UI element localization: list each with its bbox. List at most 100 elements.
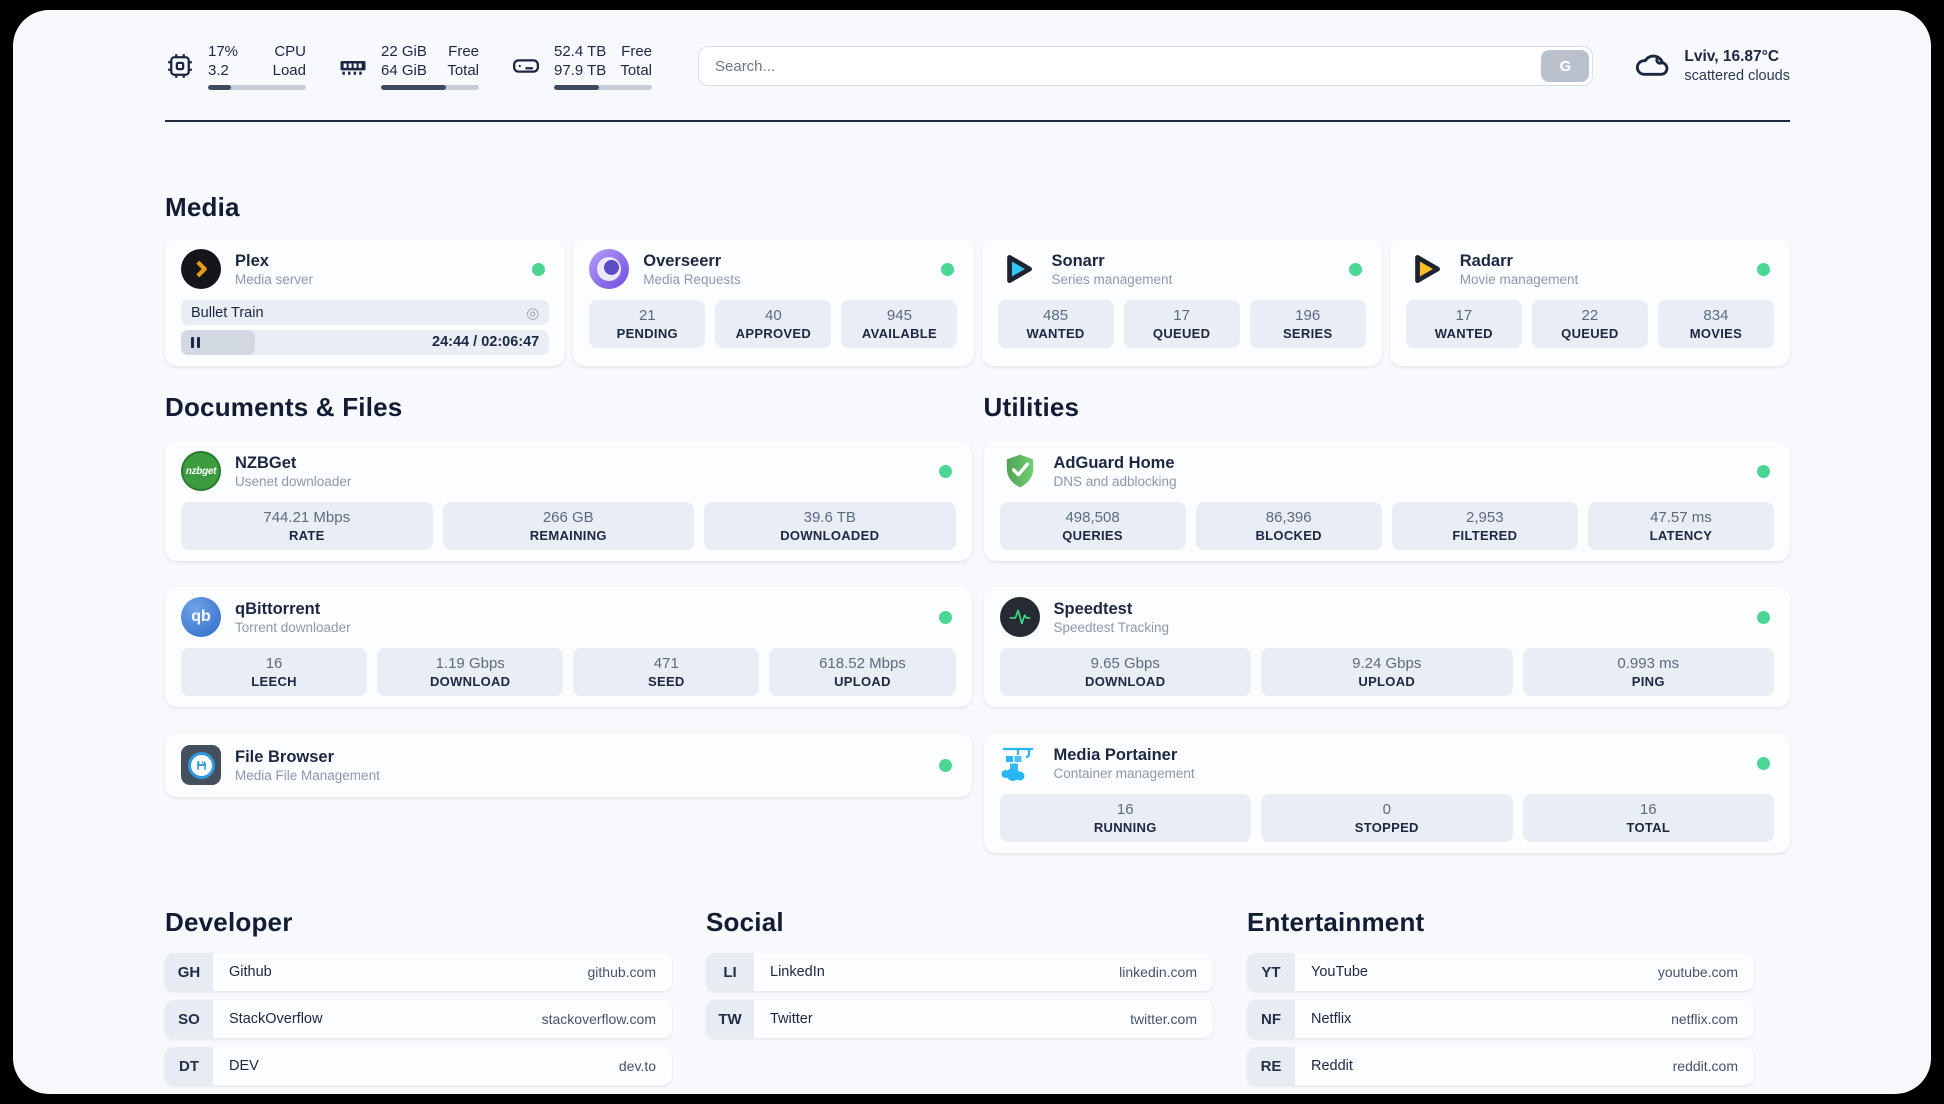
stat-value: 39.6 TB [803, 509, 856, 526]
stat-box-seed: 471 SEED [573, 648, 760, 696]
bookmark-twitter[interactable]: TW Twitter twitter.com [706, 1000, 1213, 1038]
app-description: Container management [1053, 766, 1195, 782]
stat-label: RUNNING [1093, 820, 1157, 835]
stat-value: 744.21 Mbps [263, 509, 351, 526]
disk-total-value: 97.9 TB [554, 62, 607, 79]
stat-label: TOTAL [1626, 820, 1671, 835]
app-stats: 485 WANTED 17 QUEUED 196 SERIES [997, 300, 1366, 348]
bookmark-dev[interactable]: DT DEV dev.to [165, 1047, 672, 1085]
bookmark-github[interactable]: GH Github github.com [165, 953, 672, 991]
stat-value: 0 [1382, 801, 1391, 818]
bookmark-youtube[interactable]: YT YouTube youtube.com [1247, 953, 1754, 991]
cpu-percent: 17% [208, 43, 239, 60]
weather-widget[interactable]: Lviv, 16.87°C scattered clouds [1633, 45, 1790, 88]
app-stats: 498,508 QUERIES 86,396 BLOCKED 2,953 FILTERED… [999, 502, 1774, 550]
playback-time: 24:44 / 02:06:47 [432, 334, 540, 350]
app-description: Speedtest Tracking [1053, 620, 1170, 636]
stat-label: RATE [288, 528, 325, 543]
app-description: Media Requests [643, 272, 741, 288]
app-card-plex[interactable]: Plex Media server Bullet Train ◎ 24:44 /… [165, 239, 566, 366]
bookmark-stackoverflow[interactable]: SO StackOverflow stackoverflow.com [165, 1000, 672, 1038]
memory-free-value: 22 GiB [381, 43, 427, 60]
bookmark-name: Twitter [770, 1011, 813, 1027]
app-description: Media File Management [235, 768, 380, 784]
disk-icon [511, 51, 541, 81]
stat-value: 9.24 Gbps [1352, 655, 1422, 672]
app-stats: 9.65 Gbps DOWNLOAD 9.24 Gbps UPLOAD 0.993 ms… [999, 648, 1774, 696]
app-card-filebrowser[interactable]: File Browser Media File Management [165, 733, 972, 797]
stat-box-pending: 21 PENDING [589, 300, 706, 348]
app-card-qbittorrent[interactable]: qb qBittorrent Torrent downloader 16 LEEC… [165, 587, 972, 707]
memory-label-1: Free [448, 43, 479, 60]
app-description: Series management [1051, 272, 1173, 288]
stat-box-download: 9.65 Gbps DOWNLOAD [999, 648, 1251, 696]
stat-box-latency: 47.57 ms LATENCY [1587, 502, 1774, 550]
bookmark-url: stackoverflow.com [541, 1011, 656, 1027]
cloud-icon [1633, 45, 1671, 88]
stat-box-rate: 744.21 Mbps RATE [181, 502, 433, 550]
stat-value: 16 [1639, 801, 1657, 818]
stat-value: 1.19 Gbps [435, 655, 505, 672]
app-card-adguard[interactable]: AdGuard Home DNS and adblocking 498,508 Q… [983, 441, 1790, 561]
stat-value: 0.993 ms [1617, 655, 1680, 672]
search-engine-button[interactable]: G [1541, 50, 1590, 82]
app-name: File Browser [235, 747, 335, 766]
app-card-speedtest[interactable]: Speedtest Speedtest Tracking 9.65 Gbps DO… [983, 587, 1790, 707]
section-heading-documents: Documents & Files [165, 392, 403, 422]
stat-box-upload: 9.24 Gbps UPLOAD [1261, 648, 1513, 696]
memory-total-value: 64 GiB [381, 62, 427, 79]
stat-value: 266 GB [542, 509, 594, 526]
app-card-nzbget[interactable]: nzbget NZBGet Usenet downloader 744.21 M… [165, 441, 972, 561]
stat-value: 945 [886, 307, 912, 324]
bookmark-url: youtube.com [1657, 964, 1738, 980]
app-card-portainer[interactable]: Media Portainer Container management 16 R… [983, 733, 1790, 853]
bookmark-name: DEV [229, 1058, 259, 1074]
stat-box-wanted: 17 WANTED [1405, 300, 1522, 348]
stat-label: REMAINING [529, 528, 607, 543]
status-online-dot [1757, 262, 1770, 276]
section-heading-social: Social [706, 907, 784, 937]
now-playing-row: Bullet Train ◎ [181, 300, 550, 325]
pause-icon [191, 337, 200, 348]
app-description: Media server [235, 272, 314, 288]
stat-box-filtered: 2,953 FILTERED [1391, 502, 1578, 550]
search-input[interactable] [698, 46, 1594, 86]
bookmark-reddit[interactable]: RE Reddit reddit.com [1247, 1047, 1754, 1085]
app-stats: 17 WANTED 22 QUEUED 834 MOVIES [1405, 300, 1774, 348]
app-card-radarr[interactable]: Radarr Movie management 17 WANTED 22 QUEUED… [1389, 239, 1790, 366]
stat-value: 86,396 [1265, 509, 1312, 526]
stat-value: 16 [265, 655, 283, 672]
header-divider [165, 120, 1790, 122]
app-name: Speedtest [1053, 599, 1133, 618]
stat-label: LEECH [251, 674, 297, 689]
status-online-dot [940, 262, 954, 276]
stat-label: FILTERED [1452, 528, 1518, 543]
stat-value: 485 [1043, 307, 1069, 324]
app-description: Torrent downloader [235, 620, 351, 636]
stat-value: 22 [1581, 307, 1599, 324]
bookmark-url: netflix.com [1671, 1011, 1738, 1027]
app-card-overseerr[interactable]: Overseerr Media Requests 21 PENDING 40 APPR… [573, 239, 974, 366]
dashboard-page: 17% 3.2 CPU Load 22 GiB 64 GiB Free Tota… [13, 10, 1931, 1094]
stat-label: WANTED [1026, 326, 1085, 341]
status-online-dot [1348, 262, 1362, 276]
memory-label-2: Total [447, 62, 479, 79]
stat-value: 40 [765, 307, 782, 324]
app-stats: 21 PENDING 40 APPROVED 945 AVAILABLE [589, 300, 958, 348]
app-stats: 16 LEECH 1.19 Gbps DOWNLOAD 471 SEED 618.52 Mb… [181, 648, 956, 696]
cpu-usage-bar [208, 85, 306, 90]
stat-label: BLOCKED [1255, 528, 1322, 543]
bookmark-abbr: NF [1247, 1000, 1295, 1038]
app-card-sonarr[interactable]: Sonarr Series management 485 WANTED 17 QUEU… [981, 239, 1382, 366]
playback-progress-bar[interactable]: 24:44 / 02:06:47 [181, 330, 550, 355]
cpu-icon [165, 51, 195, 81]
stat-box-blocked: 86,396 BLOCKED [1195, 502, 1382, 550]
cpu-label-2: Load [272, 62, 306, 79]
stat-label: PENDING [616, 326, 678, 341]
bookmark-netflix[interactable]: NF Netflix netflix.com [1247, 1000, 1754, 1038]
bookmark-abbr: LI [706, 953, 754, 991]
nzbget-icon: nzbget [181, 451, 221, 491]
memory-icon [338, 51, 368, 81]
bookmark-linkedin[interactable]: LI LinkedIn linkedin.com [706, 953, 1213, 991]
bookmark-url: linkedin.com [1119, 964, 1197, 980]
